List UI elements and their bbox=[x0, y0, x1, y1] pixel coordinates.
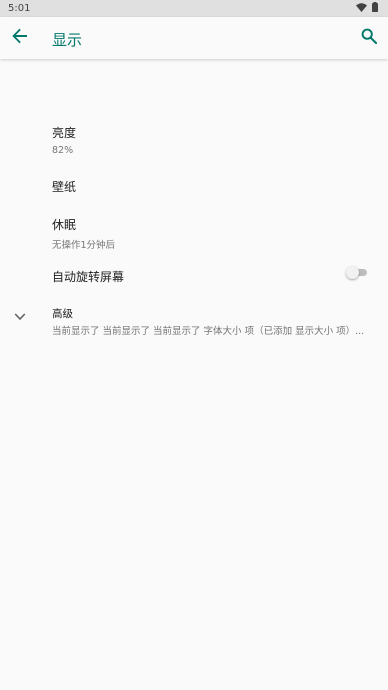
sleep-item[interactable]: 休眠 无操作1分钟后 bbox=[0, 208, 388, 253]
wallpaper-item[interactable]: 壁纸 bbox=[0, 163, 388, 203]
advanced-item[interactable]: 高级 当前显示了 当前显示了 当前显示了 字体大小 项（已添加 显示大小 项）.… bbox=[0, 301, 388, 339]
status-time: 5:01 bbox=[8, 3, 31, 14]
wallpaper-title: 壁纸 bbox=[52, 180, 77, 194]
brightness-item[interactable]: 亮度 82% bbox=[0, 113, 388, 158]
arrow-back-icon bbox=[12, 28, 28, 48]
search-icon bbox=[361, 28, 378, 48]
auto-rotate-item[interactable]: 自动旋转屏幕 bbox=[0, 260, 388, 296]
brightness-title: 亮度 bbox=[52, 126, 77, 140]
auto-rotate-title: 自动旋转屏幕 bbox=[52, 270, 125, 284]
auto-rotate-switch[interactable] bbox=[346, 266, 368, 279]
brightness-summary: 82% bbox=[52, 145, 74, 156]
wifi-icon bbox=[356, 2, 367, 15]
advanced-summary: 当前显示了 当前显示了 当前显示了 字体大小 项（已添加 显示大小 项）... bbox=[52, 326, 365, 337]
status-icons bbox=[356, 2, 378, 15]
battery-icon bbox=[372, 2, 378, 15]
switch-thumb bbox=[346, 266, 359, 279]
sleep-summary: 无操作1分钟后 bbox=[52, 240, 116, 251]
settings-list: 亮度 82% 壁纸 休眠 无操作1分钟后 自动旋转屏幕 高级 当前显示了 当前显… bbox=[0, 113, 388, 690]
back-button[interactable] bbox=[10, 28, 30, 48]
sleep-title: 休眠 bbox=[52, 218, 77, 232]
expand-button[interactable] bbox=[12, 307, 28, 323]
page-title: 显示 bbox=[52, 31, 83, 49]
advanced-title: 高级 bbox=[52, 308, 73, 320]
chevron-down-icon bbox=[14, 306, 26, 325]
status-bar: 5:01 bbox=[0, 0, 388, 17]
search-button[interactable] bbox=[359, 28, 379, 48]
app-bar: 显示 bbox=[0, 17, 388, 59]
